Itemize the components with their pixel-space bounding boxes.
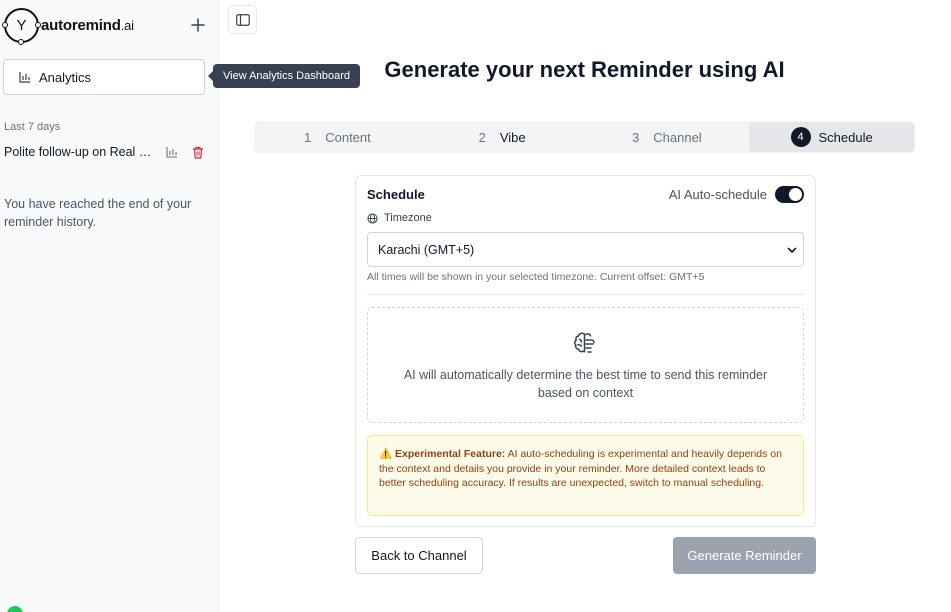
step-channel[interactable]: 3 Channel [585, 122, 750, 152]
ai-schedule-box: AI will automatically determine the best… [367, 307, 804, 423]
timezone-label-text: Timezone [384, 212, 432, 224]
divider [367, 294, 804, 295]
logo-dot [18, 39, 24, 45]
step-label: Schedule [818, 129, 873, 145]
logo-text: autoremind.ai [41, 17, 134, 34]
step-schedule[interactable]: 4 Schedule [749, 122, 914, 152]
auto-schedule-toggle[interactable] [775, 186, 804, 203]
bar-chart-icon[interactable] [164, 144, 180, 160]
stepper: 1 Content 2 Vibe 3 Channel 4 Schedule [254, 121, 915, 153]
logo-suffix: .ai [120, 18, 134, 33]
step-label: Content [325, 129, 371, 145]
step-number: 3 [632, 129, 640, 145]
logo-dot [2, 22, 8, 28]
warning-icon: ⚠️ [379, 448, 393, 460]
analytics-tooltip: View Analytics Dashboard [208, 64, 360, 88]
experimental-warning: ⚠️ Experimental Feature: AI auto-schedul… [367, 435, 804, 516]
timezone-select[interactable]: Karachi (GMT+5) [367, 232, 804, 267]
step-label: Channel [653, 129, 702, 145]
brain-icon [571, 330, 599, 358]
chevron-down-icon [786, 244, 798, 256]
schedule-title: Schedule [367, 187, 425, 202]
bar-chart-icon [19, 71, 31, 83]
analytics-button[interactable]: Analytics [3, 59, 205, 95]
history-item[interactable]: Polite follow-up on Real Estate Listing [4, 142, 212, 162]
history-end-message: You have reached the end of your reminde… [4, 197, 192, 229]
trash-icon[interactable] [190, 144, 206, 160]
step-number: 2 [478, 129, 486, 145]
back-to-channel-button[interactable]: Back to Channel [355, 537, 483, 574]
analytics-label: Analytics [39, 69, 92, 85]
status-indicator [7, 606, 23, 612]
logo-dot [35, 22, 41, 28]
step-vibe[interactable]: 2 Vibe [420, 122, 585, 152]
logo[interactable]: Y autoremind.ai [2, 8, 134, 45]
step-number: 1 [303, 129, 312, 145]
plus-icon [191, 18, 205, 32]
timezone-label: Timezone [367, 212, 432, 224]
sidebar: Y autoremind.ai Analytics Last 7 days Po… [0, 0, 219, 612]
step-label: Vibe [499, 129, 526, 145]
schedule-card: Schedule AI Auto-schedule Timezone Karac… [355, 175, 816, 527]
step-number: 4 [790, 127, 811, 147]
step-content[interactable]: 1 Content [255, 122, 420, 152]
globe-icon [367, 212, 378, 224]
logo-name: autoremind [41, 17, 121, 34]
timezone-help-text: All times will be shown in your selected… [367, 271, 705, 283]
auto-schedule-label: AI Auto-schedule [668, 187, 767, 202]
history-item-title[interactable]: Polite follow-up on Real Estate Listing [4, 145, 154, 159]
warning-title: Experimental Feature: [395, 448, 506, 460]
history-section-label: Last 7 days [4, 121, 61, 133]
new-reminder-button[interactable] [187, 14, 209, 36]
toggle-sidebar-button[interactable] [228, 5, 257, 34]
sidebar-toggle-icon [235, 13, 250, 26]
generate-reminder-button[interactable]: Generate Reminder [673, 537, 816, 574]
logo-mark: Y [2, 8, 41, 45]
logo-mark-letter: Y [16, 17, 27, 34]
toggle-knob [789, 188, 802, 201]
timezone-value: Karachi (GMT+5) [378, 242, 475, 257]
ai-schedule-message: AI will automatically determine the best… [403, 368, 768, 400]
